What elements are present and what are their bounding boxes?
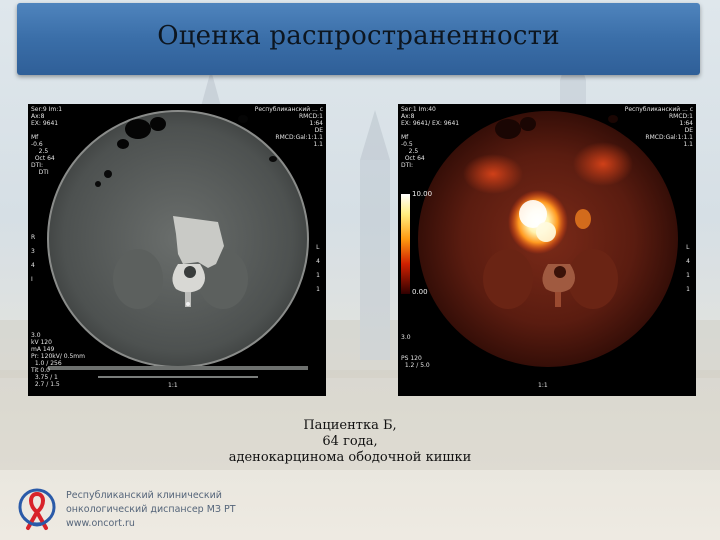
org-website-link[interactable]: www.oncort.ru — [66, 518, 135, 529]
title-bar: Оценка распространенности — [17, 3, 700, 75]
pet-overlay-top-right: Республиканский ... с RMCD:1 1:64 DE RMC… — [624, 106, 693, 148]
pet-overlay-right-orientation: L 4 1 1 — [686, 244, 690, 293]
ct-overlay-bottom-center: 1:1 — [168, 382, 178, 389]
ct-overlay-right-orientation: L 4 1 1 — [316, 244, 320, 293]
slide-title: Оценка распространенности — [157, 21, 560, 51]
patient-caption: Пациентка Б, 64 года, аденокарцинома обо… — [180, 418, 520, 466]
pet-ct-scan-image: Ser:1 Im:40 Ax:8 EX: 9641/ EX: 9641 Mf -… — [398, 104, 696, 396]
ct-overlay-top-left: Ser:9 Im:1 Ax:8 EX: 9641 Mf -0.6 2.5 Oct… — [31, 106, 63, 176]
pet-overlay-top-left: Ser:1 Im:40 Ax:8 EX: 9641/ EX: 9641 Mf -… — [401, 106, 460, 169]
pet-overlay-bottom-left: 3.0 PS 120 1.2 / 5.0 — [401, 334, 430, 369]
caption-line-age: 64 года, — [322, 434, 378, 449]
caption-line-diagnosis: аденокарцинома ободочной кишки — [228, 450, 472, 465]
ct-scan-image: Ser:9 Im:1 Ax:8 EX: 9641 Mf -0.6 2.5 Oct… — [28, 104, 326, 396]
org-name-line1: Республиканский клинический — [66, 490, 222, 501]
colorbar-min-label: 0.00 — [412, 288, 428, 296]
oncology-ribbon-logo-icon — [18, 488, 56, 530]
ct-overlay-bottom-left: 3.0 kV 120 mA 149 Pr: 120kV/ 0.5mm 1.0 /… — [31, 332, 85, 388]
footer-logo-block: Республиканский клинический онкологическ… — [18, 486, 278, 536]
ct-overlay-left-orientation: R 3 4 I — [31, 234, 36, 283]
org-name-line2: онкологический диспансер МЗ РТ — [66, 504, 236, 515]
pet-overlay-bottom-center: 1:1 — [538, 382, 548, 389]
suv-colorbar — [401, 194, 410, 294]
colorbar-max-label: 10.00 — [412, 190, 433, 198]
ct-overlay-top-right: Республиканский ... с RMCD:1 1:64 DE RMC… — [254, 106, 323, 148]
caption-line-patient: Пациентка Б, — [303, 418, 397, 433]
